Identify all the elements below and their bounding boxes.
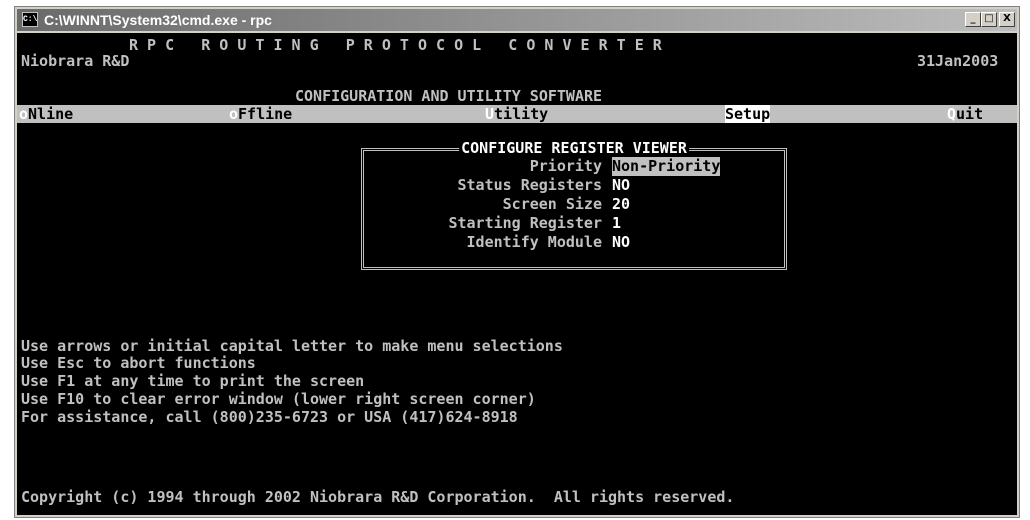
- help-line: Use arrows or initial capital letter to …: [21, 337, 563, 355]
- field-label-status-registers: Status Registers: [457, 176, 603, 194]
- help-line: For assistance, call (800)235-6723 or US…: [21, 408, 518, 426]
- help-line: Use F1 at any time to print the screen: [21, 372, 365, 390]
- menu-offline[interactable]: oFfline: [229, 105, 292, 123]
- copyright-notice: Copyright (c) 1994 through 2002 Niobrara…: [21, 488, 735, 506]
- minimize-button[interactable]: _: [965, 12, 981, 27]
- menu-offline-hotkey: o: [229, 105, 239, 123]
- field-value-screen-size[interactable]: 20: [612, 195, 630, 214]
- close-button[interactable]: X: [999, 12, 1015, 27]
- window-title: C:\WINNT\System32\cmd.exe - rpc: [44, 12, 272, 28]
- console-area[interactable]: R P C R O U T I N G P R O T O C O L C O …: [17, 33, 1017, 515]
- app-subtitle: CONFIGURATION AND UTILITY SOFTWARE: [295, 87, 603, 105]
- menu-bar: oNline oFfline Utility Setup Quit: [17, 105, 1017, 123]
- menu-quit-hotkey: Q: [947, 105, 957, 123]
- menu-utility-label: tility: [494, 105, 549, 123]
- menu-quit-label: uit: [956, 105, 984, 123]
- field-value-status-registers[interactable]: NO: [612, 176, 630, 195]
- title-bar[interactable]: C:\ C:\WINNT\System32\cmd.exe - rpc _ □ …: [17, 9, 1017, 31]
- field-label-starting-register: Starting Register: [448, 214, 602, 232]
- menu-online-label: Nline: [28, 105, 74, 123]
- menu-offline-label: Ffline: [238, 105, 293, 123]
- field-label-priority: Priority: [529, 157, 602, 175]
- field-label-identify-module: Identify Module: [466, 233, 602, 251]
- maximize-button[interactable]: □: [981, 12, 997, 27]
- field-value-starting-register[interactable]: 1: [612, 214, 621, 233]
- field-value-identify-module[interactable]: NO: [612, 233, 630, 252]
- menu-online-hotkey: o: [19, 105, 29, 123]
- dialog-title: CONFIGURE REGISTER VIEWER: [459, 139, 689, 157]
- menu-utility[interactable]: Utility: [485, 105, 548, 123]
- field-label-screen-size: Screen Size: [502, 195, 602, 213]
- configure-register-viewer-dialog: CONFIGURE REGISTER VIEWER Priority Non-P…: [361, 139, 787, 270]
- menu-online[interactable]: oNline: [19, 105, 73, 123]
- help-line: Use Esc to abort functions: [21, 354, 256, 372]
- date-label: 31Jan2003: [917, 52, 999, 70]
- app-title: R P C R O U T I N G P R O T O C O L C O …: [129, 36, 662, 54]
- console-window: C:\ C:\WINNT\System32\cmd.exe - rpc _ □ …: [14, 6, 1020, 518]
- help-line: Use F10 to clear error window (lower rig…: [21, 390, 536, 408]
- company-name: Niobrara R&D: [21, 52, 130, 70]
- console-icon[interactable]: C:\: [22, 12, 38, 27]
- field-value-priority[interactable]: Non-Priority: [612, 157, 721, 176]
- menu-utility-hotkey: U: [485, 105, 495, 123]
- menu-setup[interactable]: Setup: [725, 105, 771, 123]
- menu-quit[interactable]: Quit: [947, 105, 983, 123]
